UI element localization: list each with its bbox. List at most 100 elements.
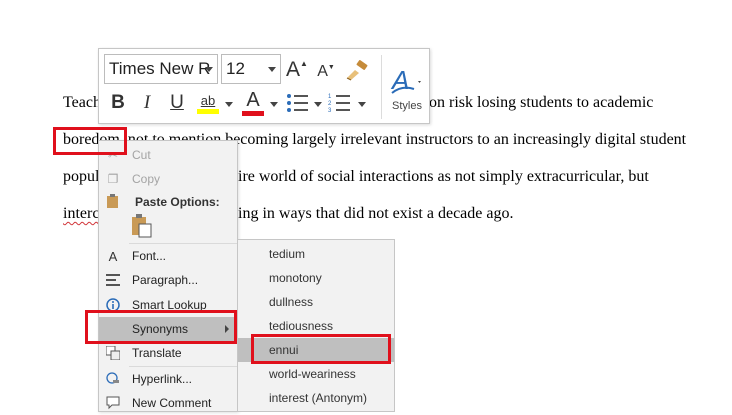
menu-item-label: Copy bbox=[132, 172, 161, 186]
menu-item-cut[interactable]: ✂ Cut bbox=[99, 143, 237, 167]
numbering-icon: 1 2 3 bbox=[328, 94, 350, 113]
svg-text:A: A bbox=[390, 65, 409, 95]
synonym-label: dullness bbox=[269, 295, 314, 309]
numbering-dropdown[interactable] bbox=[357, 99, 367, 109]
chevron-down-icon bbox=[225, 101, 233, 107]
styles-button[interactable]: A Styles bbox=[387, 55, 427, 121]
synonym-item[interactable]: interest (Antonym) bbox=[238, 386, 394, 410]
bold-button[interactable]: B bbox=[107, 91, 129, 115]
up-caret-icon: ▲ bbox=[300, 58, 308, 68]
clipboard-icon bbox=[105, 193, 121, 209]
menu-item-synonyms[interactable]: Synonyms bbox=[99, 317, 237, 341]
synonym-label: tedium bbox=[269, 247, 306, 261]
doc-text: on risk losing students to academic bbox=[429, 94, 654, 111]
doc-line-1: Teach bbox=[63, 94, 101, 112]
menu-item-label: Synonyms bbox=[132, 322, 189, 336]
bullets-dropdown[interactable] bbox=[313, 99, 323, 109]
synonym-item[interactable]: tediousness bbox=[238, 314, 394, 338]
styles-icon: A bbox=[390, 65, 421, 95]
doc-line-4-end: ing in ways that did not exist a decade … bbox=[238, 205, 513, 223]
grow-font-icon: A bbox=[286, 58, 301, 81]
doc-line-3-end: ire world of social interactions as not … bbox=[238, 168, 649, 186]
menu-item-label: Translate bbox=[132, 346, 182, 360]
numbering-button[interactable]: 1 2 3 bbox=[327, 91, 353, 115]
synonym-item[interactable]: monotony bbox=[238, 266, 394, 290]
font-name-value: Times New R bbox=[109, 59, 211, 78]
menu-item-paragraph[interactable]: Paragraph... bbox=[99, 268, 237, 292]
doc-text: popul bbox=[63, 168, 100, 185]
chevron-down-icon[interactable] bbox=[268, 67, 276, 72]
menu-item-translate[interactable]: Translate bbox=[99, 341, 237, 365]
paste-keep-text-icon bbox=[132, 214, 152, 238]
menu-item-font[interactable]: A Font... bbox=[99, 244, 237, 268]
styles-label: Styles bbox=[392, 99, 422, 112]
shrink-font-button[interactable]: A ▼ bbox=[316, 60, 336, 84]
menu-item-new-comment[interactable]: New Comment bbox=[99, 391, 237, 415]
context-menu: ✂ Cut ❐ Copy Paste Options: A Font... Pa… bbox=[98, 140, 238, 412]
synonym-item-selected[interactable]: ennui bbox=[238, 338, 394, 362]
underline-button[interactable]: U bbox=[166, 91, 188, 115]
underline-icon: U bbox=[170, 92, 184, 113]
highlight-button[interactable]: ab bbox=[195, 89, 221, 117]
scissors-icon: ✂ bbox=[107, 148, 119, 162]
bullets-button[interactable] bbox=[285, 91, 311, 115]
highlight-dropdown[interactable] bbox=[224, 99, 234, 109]
svg-text:2: 2 bbox=[328, 101, 332, 107]
menu-item-label: Paragraph... bbox=[132, 273, 199, 287]
highlight-color-bar bbox=[197, 108, 219, 114]
font-color-bar bbox=[242, 111, 264, 116]
menu-item-label: Hyperlink... bbox=[132, 372, 193, 386]
font-color-dropdown[interactable] bbox=[269, 99, 279, 109]
comment-icon bbox=[105, 395, 121, 411]
doc-line-1-end: on risk losing students to academic bbox=[429, 94, 653, 112]
translate-icon bbox=[105, 345, 121, 361]
chevron-down-icon[interactable] bbox=[205, 67, 213, 72]
paragraph-icon bbox=[105, 272, 121, 288]
grow-font-button[interactable]: A ▲ bbox=[286, 57, 308, 83]
italic-icon: I bbox=[143, 92, 151, 113]
font-color-button[interactable]: A bbox=[240, 89, 266, 117]
synonym-label: monotony bbox=[269, 271, 322, 285]
highlight-icon: ab bbox=[200, 92, 216, 108]
paste-keep-text-button[interactable] bbox=[131, 214, 155, 240]
menu-item-hyperlink[interactable]: Hyperlink... bbox=[99, 367, 237, 391]
menu-item-smart-lookup[interactable]: Smart Lookup bbox=[99, 293, 237, 317]
chevron-down-icon bbox=[314, 101, 322, 107]
italic-button[interactable]: I bbox=[137, 91, 157, 115]
synonym-item[interactable]: dullness bbox=[238, 290, 394, 314]
menu-item-label: Font... bbox=[132, 249, 167, 263]
bullets-icon bbox=[287, 94, 308, 112]
hyperlink-icon bbox=[105, 371, 121, 387]
chevron-right-icon bbox=[225, 325, 229, 333]
menu-item-label: Smart Lookup bbox=[132, 298, 207, 312]
synonym-label: tediousness bbox=[269, 319, 334, 333]
down-caret-icon: ▼ bbox=[327, 63, 335, 71]
font-icon: A bbox=[108, 248, 118, 264]
doc-text: ing in ways that did not exist a decade … bbox=[238, 205, 514, 222]
misspelled-word: interc bbox=[63, 205, 100, 222]
menu-item-copy[interactable]: ❐ Copy bbox=[99, 167, 237, 191]
font-size-value: 12 bbox=[226, 59, 245, 78]
paste-options-label: Paste Options: bbox=[135, 195, 220, 209]
menu-item-label: New Comment bbox=[132, 396, 212, 410]
toolbar-divider bbox=[381, 55, 382, 119]
synonym-item[interactable]: tedium bbox=[238, 242, 394, 266]
synonyms-submenu: tedium monotony dullness tediousness enn… bbox=[237, 239, 395, 412]
format-painter-icon bbox=[346, 60, 368, 81]
synonym-label: world-weariness bbox=[269, 367, 356, 381]
bold-icon: B bbox=[111, 92, 125, 113]
font-color-icon: A bbox=[246, 89, 260, 111]
synonym-item[interactable]: world-weariness bbox=[238, 362, 394, 386]
copy-icon: ❐ bbox=[107, 172, 119, 186]
svg-text:1: 1 bbox=[328, 94, 332, 100]
font-name-combobox[interactable]: Times New R bbox=[104, 54, 218, 84]
format-painter-button[interactable] bbox=[344, 58, 370, 84]
menu-item-label: Cut bbox=[132, 148, 151, 162]
doc-text: Teach bbox=[63, 94, 101, 111]
doc-line-3: popul bbox=[63, 168, 99, 186]
shrink-font-icon: A bbox=[317, 63, 328, 80]
font-size-combobox[interactable]: 12 bbox=[221, 54, 281, 84]
svg-text:3: 3 bbox=[328, 108, 332, 113]
synonym-label: interest (Antonym) bbox=[269, 391, 368, 405]
doc-text: ire world of social interactions as not … bbox=[238, 168, 649, 185]
